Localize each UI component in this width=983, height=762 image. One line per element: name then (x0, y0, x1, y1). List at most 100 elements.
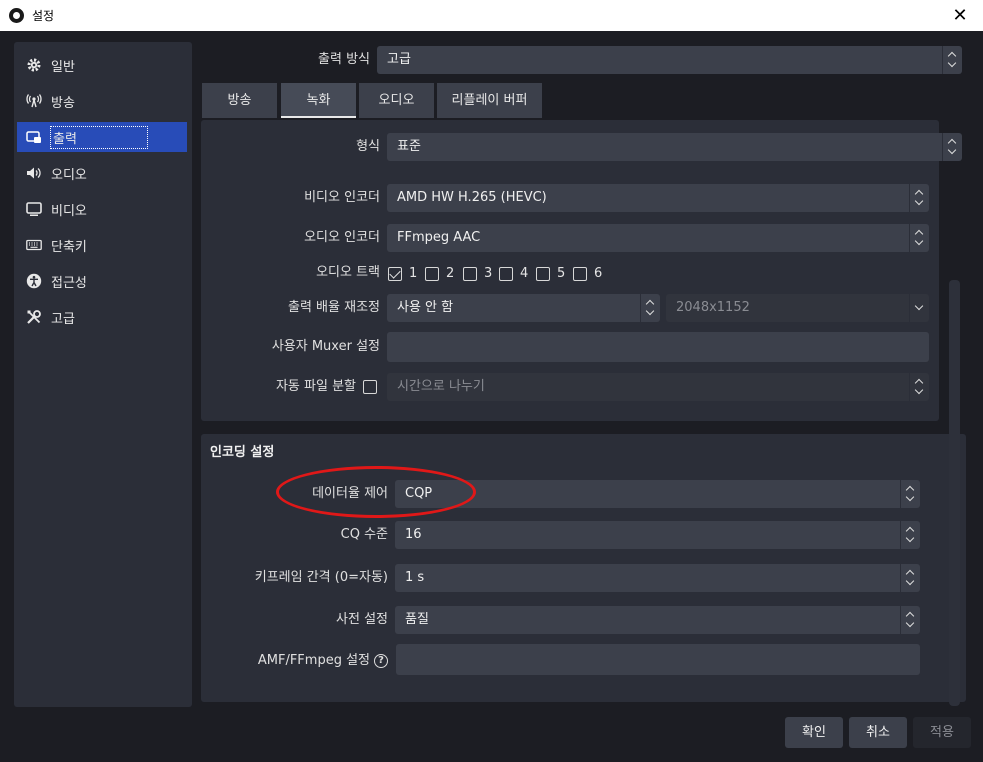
rate-control-select[interactable]: CQP (395, 480, 920, 508)
tab-audio[interactable]: 오디오 (359, 83, 434, 118)
keyboard-icon (25, 236, 43, 254)
sidebar-item-output[interactable]: 출력 (17, 122, 187, 152)
auto-split-checkbox[interactable] (363, 380, 377, 394)
ok-button[interactable]: 확인 (785, 717, 843, 748)
audio-encoder-value: FFmpeg AAC (397, 230, 481, 245)
track-number: 2 (446, 266, 455, 281)
cq-level-label: CQ 수준 (340, 527, 388, 542)
cq-level-spinbox[interactable]: 16 (395, 521, 920, 549)
sidebar-item-hotkeys[interactable]: 단축키 (17, 230, 187, 260)
audio-encoder-label: 오디오 인코더 (304, 230, 380, 245)
sidebar-item-label: 방송 (51, 95, 75, 111)
audio-track-1[interactable]: 1 (388, 265, 417, 283)
rescale-value: 사용 안 함 (397, 300, 454, 315)
spin-arrows-icon (909, 224, 929, 252)
rate-control-value: CQP (405, 486, 433, 501)
sidebar-item-stream[interactable]: 방송 (17, 86, 187, 116)
preset-value: 품질 (405, 612, 429, 627)
sidebar-item-label: 일반 (51, 59, 75, 75)
video-encoder-value: AMD HW H.265 (HEVC) (397, 190, 547, 205)
audio-track-5[interactable]: 5 (536, 265, 565, 283)
sidebar-item-label: 단축키 (51, 239, 87, 255)
sidebar-item-label: 출력 (50, 125, 148, 149)
preset-select[interactable]: 품질 (395, 606, 920, 634)
close-button[interactable]: ✕ (937, 0, 983, 31)
format-type-select[interactable]: 표준 (387, 133, 962, 161)
output-icon (25, 128, 43, 146)
tab-stream[interactable]: 방송 (202, 83, 277, 118)
output-mode-select[interactable]: 고급 (377, 46, 962, 74)
track-checkbox[interactable] (463, 267, 477, 281)
keyframe-interval-spinbox[interactable]: 1 s (395, 564, 920, 592)
window-title: 설정 (32, 9, 55, 23)
rescale-resolution-value: 2048x1152 (676, 300, 750, 315)
muxer-settings-input[interactable] (387, 332, 929, 362)
spin-arrows-icon (900, 606, 920, 634)
spin-arrows-icon (909, 373, 929, 401)
sidebar-item-advanced[interactable]: 고급 (17, 302, 187, 332)
cancel-button[interactable]: 취소 (849, 717, 907, 748)
tools-icon (25, 308, 43, 326)
audio-track-4[interactable]: 4 (499, 265, 528, 283)
track-checkbox[interactable] (536, 267, 550, 281)
auto-split-select[interactable]: 시간으로 나누기 (387, 373, 929, 401)
spin-arrows-icon (909, 184, 929, 212)
audio-track-2[interactable]: 2 (425, 265, 454, 283)
obs-logo-icon (9, 8, 24, 23)
spin-arrows-icon (900, 480, 920, 508)
track-checkbox[interactable] (499, 267, 513, 281)
video-encoder-label: 비디오 인코더 (304, 190, 380, 205)
audio-track-3[interactable]: 3 (463, 265, 492, 283)
apply-button[interactable]: 적용 (913, 717, 971, 748)
sidebar-item-video[interactable]: 비디오 (17, 194, 187, 224)
track-number: 6 (594, 266, 603, 281)
spin-arrows-icon[interactable] (900, 521, 920, 549)
title-bar: 설정 ✕ (0, 0, 983, 31)
sidebar: 일반 방송 출력 오디오 비디오 단축키 접근성 고급 (14, 42, 192, 707)
auto-split-value: 시간으로 나누기 (397, 379, 485, 394)
rescale-label: 출력 배율 재조정 (288, 300, 380, 315)
rescale-resolution-select[interactable]: 2048x1152 (666, 294, 929, 322)
settings-scrollbar[interactable] (949, 280, 960, 706)
tab-replay-buffer[interactable]: 리플레이 버퍼 (437, 83, 542, 118)
amf-options-label-row: AMF/FFmpeg 설정? (210, 647, 388, 675)
audio-track-label: 오디오 트랙 (316, 265, 380, 280)
sidebar-item-label: 고급 (51, 311, 75, 327)
tab-recording[interactable]: 녹화 (281, 83, 356, 118)
amf-options-input[interactable] (396, 644, 920, 675)
track-checkbox[interactable] (425, 267, 439, 281)
audio-encoder-select[interactable]: FFmpeg AAC (387, 224, 929, 252)
sidebar-item-audio[interactable]: 오디오 (17, 158, 187, 188)
keyframe-interval-label: 키프레임 간격 (0=자동) (254, 570, 388, 585)
track-checkbox[interactable] (573, 267, 587, 281)
track-number: 1 (409, 266, 418, 281)
encoding-settings-title: 인코딩 설정 (210, 445, 275, 460)
rescale-select[interactable]: 사용 안 함 (387, 294, 660, 322)
amf-options-label: AMF/FFmpeg 설정 (257, 653, 370, 668)
sidebar-item-accessibility[interactable]: 접근성 (17, 266, 187, 296)
spin-arrows-icon (942, 133, 962, 161)
auto-split-label: 자동 파일 분할 (275, 379, 356, 394)
monitor-icon (25, 200, 43, 218)
format-type-label: 형식 (356, 139, 380, 154)
broadcast-icon (25, 92, 43, 110)
sidebar-item-label: 오디오 (51, 167, 87, 183)
sidebar-item-label: 접근성 (51, 275, 87, 291)
help-icon[interactable]: ? (374, 653, 388, 668)
track-number: 4 (520, 266, 529, 281)
muxer-settings-label: 사용자 Muxer 설정 (271, 339, 380, 354)
sidebar-item-general[interactable]: 일반 (17, 50, 187, 80)
output-mode-label: 출력 방식 (318, 52, 370, 67)
track-number: 5 (557, 266, 566, 281)
rate-control-label: 데이터율 제어 (312, 486, 388, 501)
spin-arrows-icon[interactable] (900, 564, 920, 592)
settings-window: 일반 방송 출력 오디오 비디오 단축키 접근성 고급 출력 방식 고급 방송 … (0, 31, 983, 762)
spin-arrows-icon (640, 294, 660, 322)
chevron-down-icon (909, 294, 929, 322)
output-mode-value: 고급 (387, 52, 411, 67)
cq-level-value: 16 (405, 527, 422, 542)
gear-icon (25, 56, 43, 74)
audio-track-6[interactable]: 6 (573, 265, 602, 283)
video-encoder-select[interactable]: AMD HW H.265 (HEVC) (387, 184, 929, 212)
track-checkbox[interactable] (388, 267, 402, 281)
